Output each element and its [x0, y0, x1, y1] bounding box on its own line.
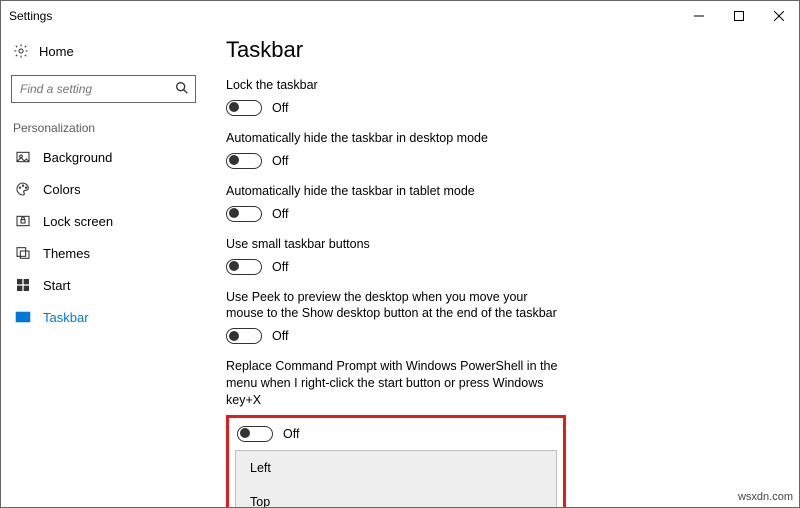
settings-window: Settings Home	[0, 0, 800, 508]
search-icon	[174, 80, 190, 96]
palette-icon	[15, 181, 31, 197]
sidebar-item-taskbar[interactable]: Taskbar	[1, 301, 206, 333]
maximize-button[interactable]	[719, 1, 759, 31]
minimize-button[interactable]	[679, 1, 719, 31]
sidebar-item-themes[interactable]: Themes	[1, 237, 206, 269]
sidebar-item-label: Colors	[43, 182, 81, 197]
close-button[interactable]	[759, 1, 799, 31]
toggle-peek[interactable]	[226, 328, 262, 344]
search-input[interactable]	[11, 75, 196, 103]
sidebar-item-background[interactable]: Background	[1, 141, 206, 173]
themes-icon	[15, 245, 31, 261]
main-content: Taskbar Lock the taskbar Off Automatical…	[206, 31, 799, 507]
lock-screen-icon	[15, 213, 31, 229]
toggle-state: Off	[272, 260, 288, 274]
titlebar: Settings	[1, 1, 799, 31]
nav-group-label: Personalization	[1, 109, 206, 141]
dropdown-option-top[interactable]: Top	[236, 485, 556, 507]
toggle-label-powershell: Replace Command Prompt with Windows Powe…	[226, 358, 566, 409]
sidebar-item-colors[interactable]: Colors	[1, 173, 206, 205]
toggle-label-small-buttons: Use small taskbar buttons	[226, 236, 566, 253]
watermark: wsxdn.com	[738, 491, 793, 503]
sidebar: Home Personalization Background	[1, 31, 206, 507]
gear-icon	[13, 43, 29, 59]
sidebar-item-label: Background	[43, 150, 112, 165]
toggle-label-autohide-desktop: Automatically hide the taskbar in deskto…	[226, 130, 566, 147]
toggle-state: Off	[283, 427, 299, 441]
highlighted-region: Off Left Top Right Bottom	[226, 415, 566, 507]
sidebar-item-lock-screen[interactable]: Lock screen	[1, 205, 206, 237]
toggle-state: Off	[272, 101, 288, 115]
sidebar-item-start[interactable]: Start	[1, 269, 206, 301]
home-label: Home	[39, 44, 74, 59]
taskbar-location-dropdown[interactable]: Left Top Right Bottom	[235, 450, 557, 507]
sidebar-item-label: Themes	[43, 246, 90, 261]
toggle-state: Off	[272, 329, 288, 343]
toggle-lock-taskbar[interactable]	[226, 100, 262, 116]
sidebar-item-label: Lock screen	[43, 214, 113, 229]
toggle-label-lock: Lock the taskbar	[226, 77, 566, 94]
picture-icon	[15, 149, 31, 165]
sidebar-item-label: Taskbar	[43, 310, 89, 325]
taskbar-icon	[15, 309, 31, 325]
toggle-autohide-desktop[interactable]	[226, 153, 262, 169]
toggle-state: Off	[272, 207, 288, 221]
toggle-powershell[interactable]	[237, 426, 273, 442]
sidebar-item-label: Start	[43, 278, 70, 293]
toggle-label-autohide-tablet: Automatically hide the taskbar in tablet…	[226, 183, 566, 200]
toggle-small-buttons[interactable]	[226, 259, 262, 275]
toggle-autohide-tablet[interactable]	[226, 206, 262, 222]
toggle-label-peek: Use Peek to preview the desktop when you…	[226, 289, 566, 323]
sidebar-item-home[interactable]: Home	[1, 37, 206, 65]
start-icon	[15, 277, 31, 293]
page-title: Taskbar	[226, 37, 775, 63]
toggle-state: Off	[272, 154, 288, 168]
window-title: Settings	[9, 9, 52, 23]
dropdown-option-left[interactable]: Left	[236, 451, 556, 485]
